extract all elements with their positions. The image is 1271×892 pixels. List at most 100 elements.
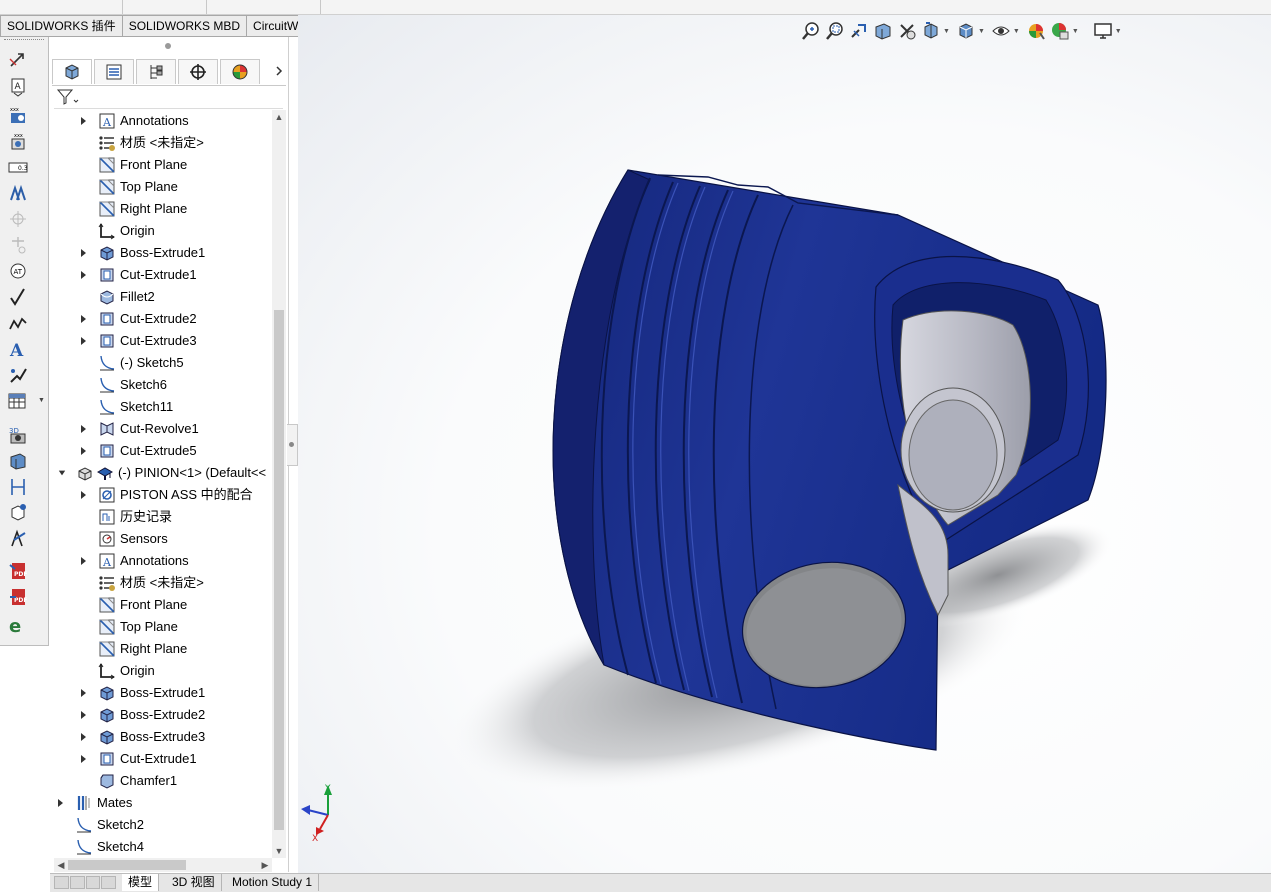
center-mark-icon[interactable]	[8, 209, 28, 229]
tolerance-status-icon[interactable]	[8, 503, 28, 523]
tree-item[interactable]: Cut-Extrude3	[50, 330, 272, 352]
tree-item[interactable]: Front Plane	[50, 594, 272, 616]
balloon-icon[interactable]: xxx	[8, 105, 28, 125]
tree-item[interactable]: PISTON ASS 中的配合	[50, 484, 272, 506]
tab-3d-view[interactable]: 3D 视图	[166, 874, 222, 891]
tree-item[interactable]: AAnnotations	[50, 550, 272, 572]
tree-item[interactable]: Chamfer1	[50, 770, 272, 792]
expand-arrow-icon[interactable]	[80, 116, 88, 126]
tab-solidworks-addins[interactable]: SOLIDWORKS 插件	[0, 15, 123, 37]
surface-finish-icon[interactable]: 0.3	[8, 157, 28, 177]
tree-item[interactable]: Sensors	[50, 528, 272, 550]
tree-item[interactable]: Sketch4	[50, 836, 272, 858]
tree-item[interactable]: Sketch6	[50, 374, 272, 396]
filter-icon[interactable]	[56, 87, 80, 107]
tree-item[interactable]: Fillet2	[50, 286, 272, 308]
scroll-left-icon[interactable]: ◀	[54, 858, 68, 872]
publish-3d-pdf-icon[interactable]: PDF	[8, 561, 28, 581]
dimxpert-icon[interactable]	[8, 451, 28, 471]
more-tabs-chevron-icon[interactable]	[272, 59, 286, 83]
property-manager-tab[interactable]	[94, 59, 134, 84]
display-manager-tab[interactable]	[220, 59, 260, 84]
tree-item[interactable]: Top Plane	[50, 616, 272, 638]
previous-tab-button[interactable]	[70, 876, 85, 889]
tree-item[interactable]: (-) Sketch5	[50, 352, 272, 374]
graphics-area[interactable]: ▼ ▼ ▼ ▼ ▼	[298, 15, 1271, 873]
toolbar-grip[interactable]	[4, 39, 44, 43]
tree-item[interactable]: Boss-Extrude1	[50, 242, 272, 264]
tree-item[interactable]: 材质 <未指定>	[50, 572, 272, 594]
tree-item[interactable]: 材质 <未指定>	[50, 132, 272, 154]
feature-manager-tab[interactable]	[52, 59, 92, 84]
scroll-down-icon[interactable]: ▼	[272, 844, 286, 858]
expand-arrow-icon[interactable]	[57, 798, 65, 808]
tree-vertical-scrollbar[interactable]: ▲ ▼	[272, 110, 286, 858]
table-icon[interactable]	[8, 391, 28, 411]
tree-item[interactable]: Boss-Extrude2	[50, 704, 272, 726]
table-dropdown-icon[interactable]: ▼	[38, 397, 45, 404]
tree-item[interactable]: Boss-Extrude3	[50, 726, 272, 748]
3d-view-icon[interactable]: 3D	[8, 425, 28, 445]
auto-balloon-icon[interactable]: xxx	[8, 131, 28, 151]
tree-item[interactable]: Cut-Extrude2	[50, 308, 272, 330]
weld-symbol-icon[interactable]	[8, 313, 28, 333]
expand-arrow-icon[interactable]	[80, 446, 88, 456]
surface-finish-check-icon[interactable]	[8, 287, 28, 307]
tree-item[interactable]: Right Plane	[50, 198, 272, 220]
geometric-tolerance-icon[interactable]: AT	[8, 261, 28, 281]
note-icon[interactable]: A	[8, 77, 28, 97]
tree-item[interactable]: Boss-Extrude1	[50, 682, 272, 704]
dimxpert-manager-tab[interactable]	[178, 59, 218, 84]
first-tab-button[interactable]	[54, 876, 69, 889]
tree-item[interactable]: Cut-Extrude1	[50, 748, 272, 770]
next-tab-button[interactable]	[86, 876, 101, 889]
tab-solidworks-mbd[interactable]: SOLIDWORKS MBD	[122, 15, 247, 37]
dimension-icon[interactable]	[8, 477, 28, 497]
tree-item[interactable]: Origin	[50, 220, 272, 242]
tolerance-check-icon[interactable]	[8, 529, 28, 549]
datum-feature-icon[interactable]	[8, 183, 28, 203]
tree-item[interactable]: Cut-Extrude5	[50, 440, 272, 462]
text-icon[interactable]: A	[8, 339, 28, 359]
expand-arrow-icon[interactable]	[80, 754, 88, 764]
expand-arrow-icon[interactable]	[80, 490, 88, 500]
pen-icon[interactable]	[8, 365, 28, 385]
expand-arrow-icon[interactable]	[80, 314, 88, 324]
last-tab-button[interactable]	[101, 876, 116, 889]
tree-item[interactable]: Right Plane	[50, 638, 272, 660]
tree-item[interactable]: Cut-Extrude1	[50, 264, 272, 286]
expand-arrow-icon[interactable]	[80, 336, 88, 346]
tree-item[interactable]: Front Plane	[50, 154, 272, 176]
tree-item[interactable]: Mates	[50, 792, 272, 814]
configuration-manager-tab[interactable]	[136, 59, 176, 84]
tab-model[interactable]: 模型	[122, 874, 159, 891]
publish-3d-pdf-template-icon[interactable]: PDF	[8, 587, 28, 607]
tree-item[interactable]: Sketch2	[50, 814, 272, 836]
expand-arrow-icon[interactable]	[80, 710, 88, 720]
expand-arrow-icon[interactable]	[80, 556, 88, 566]
tree-horizontal-scrollbar[interactable]: ◀ ▶	[54, 858, 272, 872]
centerline-icon[interactable]	[8, 235, 28, 255]
feature-tree-filter[interactable]	[54, 86, 283, 109]
tree-item[interactable]: Cut-Revolve1	[50, 418, 272, 440]
scroll-right-icon[interactable]: ▶	[258, 858, 272, 872]
expand-arrow-icon[interactable]	[80, 270, 88, 280]
scrollbar-thumb[interactable]	[68, 860, 186, 870]
expand-arrow-icon[interactable]	[80, 424, 88, 434]
tree-item[interactable]: Origin	[50, 660, 272, 682]
tree-item[interactable]: Top Plane	[50, 176, 272, 198]
smart-dimension-icon[interactable]	[8, 51, 28, 71]
scroll-up-icon[interactable]: ▲	[272, 110, 286, 124]
tree-item[interactable]: (-) PINION<1> (Default<<	[50, 462, 272, 484]
tree-item[interactable]: 历史记录	[50, 506, 272, 528]
tab-motion-study[interactable]: Motion Study 1	[226, 874, 319, 891]
edrawings-icon[interactable]: e	[8, 615, 28, 635]
tree-item[interactable]: Sketch11	[50, 396, 272, 418]
tree-item[interactable]: AAnnotations	[50, 110, 272, 132]
collapse-arrow-icon[interactable]	[58, 468, 66, 478]
panel-grip-dot[interactable]	[165, 43, 171, 49]
expand-arrow-icon[interactable]	[80, 248, 88, 258]
expand-arrow-icon[interactable]	[80, 732, 88, 742]
scrollbar-thumb[interactable]	[274, 310, 284, 830]
panel-collapse-handle[interactable]	[287, 424, 298, 466]
